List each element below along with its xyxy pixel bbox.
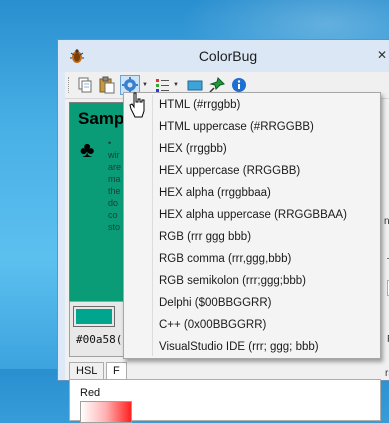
close-button[interactable]: ✕ — [372, 46, 389, 64]
menu-item-hex[interactable]: HEX (rrggbb) — [159, 139, 369, 160]
right-label: n — [384, 216, 389, 227]
red-slider[interactable] — [80, 401, 132, 423]
menu-item-html[interactable]: HTML (#rrggbb) — [159, 95, 369, 116]
menu-item-html-uppercase[interactable]: HTML uppercase (#RRGGBB) — [159, 117, 369, 138]
menu-item-hex-uppercase[interactable]: HEX uppercase (RRGGBB) — [159, 161, 369, 182]
format-dropdown-menu: HTML (#rrggbb) HTML uppercase (#RRGGBB) … — [123, 92, 381, 359]
chevron-down-icon[interactable]: ▼ — [142, 82, 148, 88]
sample-title: Samp — [78, 109, 125, 128]
right-label: rso — [385, 368, 389, 379]
tab-panel: Red — [69, 379, 381, 423]
title-bar[interactable]: ColorBug ✕ — [58, 40, 389, 72]
menu-item-rgb[interactable]: RGB (rrr ggg bbb) — [159, 227, 369, 248]
menu-item-hex-alpha-uppercase[interactable]: HEX alpha uppercase (RRGGBBAA) — [159, 205, 369, 226]
window-title: ColorBug — [198, 48, 258, 64]
menu-item-cpp[interactable]: C++ (0x00BBGGRR) — [159, 315, 369, 336]
toolbar-grip[interactable] — [68, 77, 72, 93]
chevron-down-icon[interactable]: ▼ — [173, 82, 179, 88]
club-icon: ♣ — [80, 137, 95, 162]
menu-item-delphi[interactable]: Delphi ($00BBGGRR) — [159, 293, 369, 314]
menu-item-rgb-comma[interactable]: RGB comma (rrr,ggg,bbb) — [159, 249, 369, 270]
menu-item-visualstudio[interactable]: VisualStudio IDE (rrr; ggg; bbb) — [159, 337, 369, 358]
mouse-cursor-icon — [129, 92, 145, 118]
menu-gutter — [152, 95, 153, 356]
menu-item-hex-alpha[interactable]: HEX alpha (rrggbbaa) — [159, 183, 369, 204]
paste-icon[interactable] — [97, 75, 117, 95]
hex-value[interactable]: #00a58( — [76, 333, 122, 346]
red-label: Red — [80, 387, 101, 399]
copy-icon[interactable] — [75, 75, 95, 95]
color-swatch[interactable] — [73, 306, 115, 327]
menu-item-rgb-semikolon[interactable]: RGB semikolon (rrr;ggg;bbb) — [159, 271, 369, 292]
